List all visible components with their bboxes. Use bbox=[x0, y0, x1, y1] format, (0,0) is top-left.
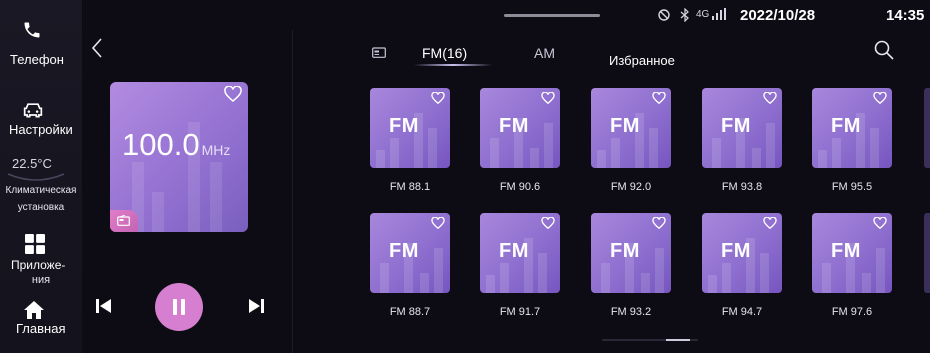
car-icon bbox=[23, 103, 43, 118]
temperature-readout: 22.5°C bbox=[12, 156, 52, 171]
tab-am[interactable]: AM bbox=[534, 45, 555, 61]
nav-climate-label-2: установка bbox=[17, 202, 65, 213]
nav-phone-label: Телефон bbox=[10, 52, 64, 67]
frequency-value: 100.0 bbox=[122, 127, 200, 162]
pause-button[interactable] bbox=[155, 283, 203, 331]
station-label: FM 88.1 bbox=[389, 181, 431, 193]
nav-home[interactable]: Главная bbox=[0, 294, 82, 349]
radio-icon bbox=[117, 215, 130, 226]
now-playing-panel: 100.0 MHz bbox=[82, 30, 292, 353]
station-art-text: FM bbox=[499, 115, 529, 137]
favorite-heart-icon[interactable] bbox=[431, 217, 445, 229]
now-playing-frequency: 100.0 MHz bbox=[122, 127, 230, 163]
favorite-heart-icon[interactable] bbox=[652, 92, 666, 104]
signal-icon bbox=[712, 8, 726, 20]
apps-grid-icon bbox=[25, 234, 45, 254]
network-type: 4G bbox=[696, 9, 710, 20]
favorite-heart-icon[interactable] bbox=[873, 92, 887, 104]
favorite-heart-icon[interactable] bbox=[431, 92, 445, 104]
status-time: 14:35 bbox=[886, 7, 925, 24]
station-art-text: FM bbox=[831, 240, 861, 262]
station-label: FM 97.6 bbox=[831, 306, 873, 318]
station-art-text: FM bbox=[610, 115, 640, 137]
favorite-heart-icon[interactable] bbox=[763, 217, 777, 229]
nav-settings-label: Настройки bbox=[9, 122, 73, 137]
nav-settings[interactable]: Настройки bbox=[0, 92, 82, 144]
favorite-heart-icon[interactable] bbox=[652, 217, 666, 229]
station-label: FM 95.5 bbox=[831, 181, 873, 193]
nav-apps[interactable]: Приложе- ния bbox=[0, 228, 82, 290]
station-label: FM 88.7 bbox=[389, 306, 431, 318]
station-art-text: FM bbox=[389, 115, 419, 137]
station-label: FM 94.7 bbox=[721, 306, 763, 318]
station-card[interactable]: FM bbox=[370, 88, 450, 168]
station-label: FM 93.8 bbox=[721, 181, 763, 193]
tab-favorites[interactable]: Избранное bbox=[609, 53, 675, 68]
station-card[interactable]: FM bbox=[370, 213, 450, 293]
station-card[interactable]: FM bbox=[702, 213, 782, 293]
station-label: FM 92.0 bbox=[610, 181, 652, 193]
next-page-peek bbox=[924, 88, 930, 168]
station-card[interactable]: FM bbox=[812, 213, 892, 293]
side-nav: Телефон Настройки 22.5°C Климатическая у… bbox=[0, 0, 82, 353]
previous-icon[interactable] bbox=[96, 298, 112, 314]
page-indicator bbox=[602, 339, 698, 341]
status-date: 2022/10/28 bbox=[740, 7, 816, 24]
station-card[interactable]: FM bbox=[480, 88, 560, 168]
station-art-text: FM bbox=[831, 115, 861, 137]
nav-apps-label-1: Приложе- bbox=[11, 258, 66, 272]
back-chevron-icon[interactable] bbox=[90, 37, 104, 59]
phone-icon bbox=[24, 22, 40, 38]
favorite-heart-icon[interactable] bbox=[541, 92, 555, 104]
pause-icon bbox=[173, 299, 185, 315]
page-indicator-active bbox=[666, 339, 690, 341]
favorite-heart-icon[interactable] bbox=[763, 92, 777, 104]
next-icon[interactable] bbox=[248, 298, 264, 314]
tab-fm[interactable]: FM(16) bbox=[422, 45, 467, 61]
home-icon bbox=[24, 301, 44, 319]
favorite-heart-icon[interactable] bbox=[873, 217, 887, 229]
favorite-heart-icon[interactable] bbox=[224, 86, 242, 102]
climate-arc-icon bbox=[7, 173, 65, 181]
nav-climate[interactable]: 22.5°C Климатическая установка bbox=[0, 150, 82, 220]
station-art-text: FM bbox=[721, 115, 751, 137]
station-card[interactable]: FM bbox=[591, 213, 671, 293]
divider bbox=[292, 30, 293, 353]
station-label: FM 91.7 bbox=[499, 306, 541, 318]
frequency-unit: MHz bbox=[201, 142, 231, 158]
status-bar: 4G 2022/10/28 14:35 bbox=[82, 0, 930, 30]
nav-home-label: Главная bbox=[16, 321, 66, 336]
next-page-peek bbox=[924, 213, 930, 293]
radio-source-icon[interactable] bbox=[372, 46, 386, 58]
station-label: FM 93.2 bbox=[610, 306, 652, 318]
station-card[interactable]: FM bbox=[812, 88, 892, 168]
search-icon[interactable] bbox=[874, 40, 894, 60]
nav-apps-label-2: ния bbox=[31, 274, 51, 286]
tab-fm-underline bbox=[414, 64, 492, 66]
dnd-icon bbox=[658, 9, 670, 21]
radio-badge bbox=[110, 210, 138, 232]
station-label: FM 90.6 bbox=[499, 181, 541, 193]
station-art-text: FM bbox=[721, 240, 751, 262]
station-browser: FM(16) AM Избранное FM FM 88.1 FM FM 90.6 FM… bbox=[292, 30, 930, 353]
station-card[interactable]: FM bbox=[480, 213, 560, 293]
station-art-text: FM bbox=[389, 240, 419, 262]
station-card[interactable]: FM bbox=[591, 88, 671, 168]
favorite-heart-icon[interactable] bbox=[541, 217, 555, 229]
nav-climate-label-1: Климатическая bbox=[5, 185, 77, 196]
drag-handle[interactable] bbox=[504, 14, 600, 17]
station-art-text: FM bbox=[610, 240, 640, 262]
station-art-text: FM bbox=[499, 240, 529, 262]
station-card[interactable]: FM bbox=[702, 88, 782, 168]
bluetooth-icon bbox=[680, 8, 689, 22]
nav-phone[interactable]: Телефон bbox=[0, 0, 82, 80]
